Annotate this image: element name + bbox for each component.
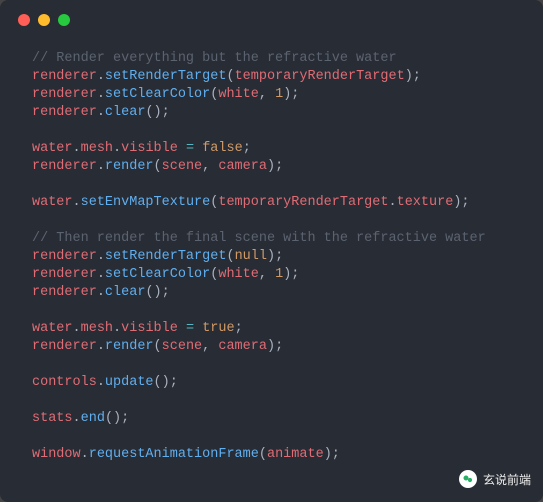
code-line: renderer.clear(); bbox=[24, 284, 519, 302]
code-line: water.setEnvMapTexture(temporaryRenderTa… bbox=[24, 194, 519, 212]
code-window: // Render everything but the refractive … bbox=[0, 0, 543, 502]
watermark-text: 玄说前端 bbox=[483, 471, 531, 488]
code-line bbox=[24, 212, 519, 230]
code-line: stats.end(); bbox=[24, 410, 519, 428]
code-line: // Render everything but the refractive … bbox=[24, 50, 519, 68]
code-line: renderer.setRenderTarget(temporaryRender… bbox=[24, 68, 519, 86]
code-line: // Then render the final scene with the … bbox=[24, 230, 519, 248]
code-line bbox=[24, 122, 519, 140]
code-line: water.mesh.visible = true; bbox=[24, 320, 519, 338]
code-line: window.requestAnimationFrame(animate); bbox=[24, 446, 519, 464]
code-line: renderer.clear(); bbox=[24, 104, 519, 122]
code-line bbox=[24, 428, 519, 446]
code-line bbox=[24, 176, 519, 194]
minimize-icon[interactable] bbox=[38, 14, 50, 26]
code-line bbox=[24, 302, 519, 320]
titlebar bbox=[0, 0, 543, 40]
code-line: water.mesh.visible = false; bbox=[24, 140, 519, 158]
maximize-icon[interactable] bbox=[58, 14, 70, 26]
wechat-icon bbox=[459, 470, 477, 488]
code-line: controls.update(); bbox=[24, 374, 519, 392]
code-line bbox=[24, 392, 519, 410]
code-line: renderer.render(scene, camera); bbox=[24, 338, 519, 356]
code-line: renderer.setClearColor(white, 1); bbox=[24, 266, 519, 284]
code-line: renderer.render(scene, camera); bbox=[24, 158, 519, 176]
code-line: renderer.setClearColor(white, 1); bbox=[24, 86, 519, 104]
code-line: renderer.setRenderTarget(null); bbox=[24, 248, 519, 266]
close-icon[interactable] bbox=[18, 14, 30, 26]
code-block: // Render everything but the refractive … bbox=[0, 40, 543, 474]
watermark: 玄说前端 bbox=[459, 470, 531, 488]
code-line bbox=[24, 356, 519, 374]
